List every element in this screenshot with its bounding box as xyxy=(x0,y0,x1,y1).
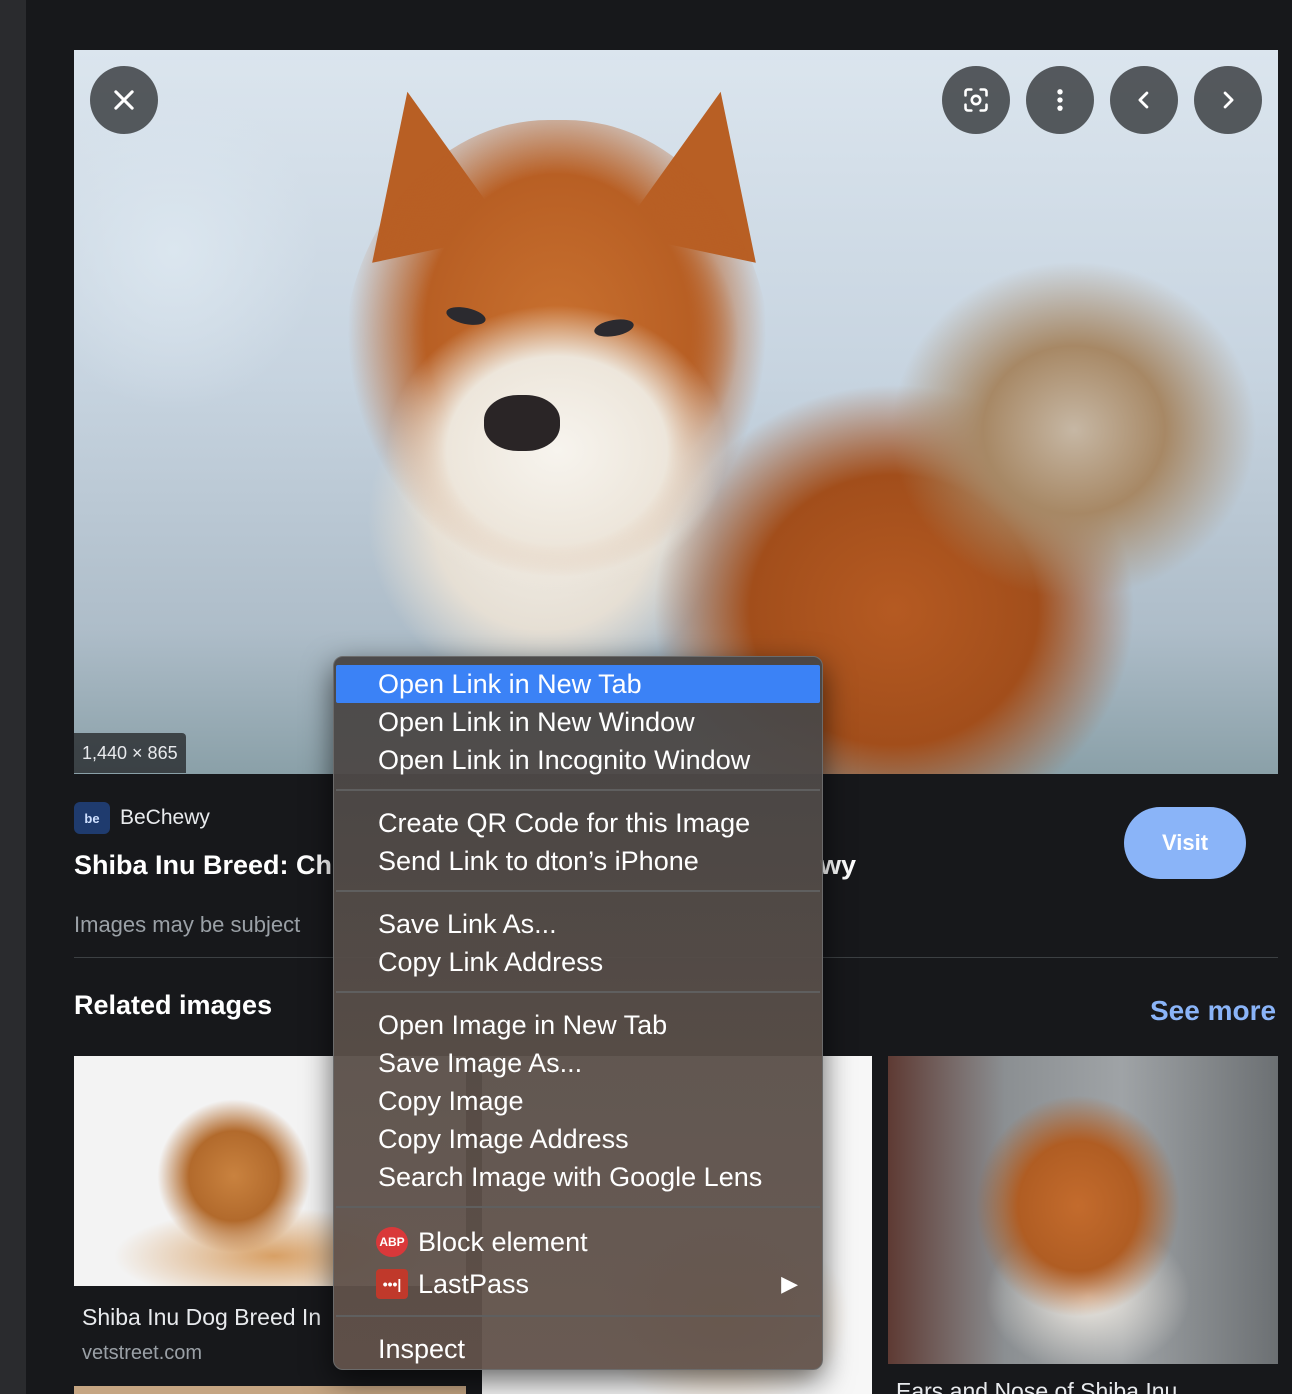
menu-open-link-new-window[interactable]: Open Link in New Window xyxy=(336,703,820,741)
dog-nose xyxy=(484,395,560,451)
menu-open-link-new-tab[interactable]: Open Link in New Tab xyxy=(336,665,820,703)
copyright-note: Images may be subject xyxy=(74,912,301,937)
result-title-tail[interactable]: wy xyxy=(820,850,856,881)
close-button[interactable] xyxy=(90,66,158,134)
see-more-link[interactable]: See more xyxy=(1150,995,1276,1027)
chevron-left-icon xyxy=(1138,91,1149,109)
menu-save-link-as[interactable]: Save Link As... xyxy=(336,905,820,943)
menu-separator xyxy=(336,991,820,993)
lens-button[interactable] xyxy=(942,66,1010,134)
related-images-heading: Related images xyxy=(74,990,273,1020)
menu-separator xyxy=(336,890,820,892)
dog-head xyxy=(342,120,772,640)
more-options-button[interactable] xyxy=(1026,66,1094,134)
context-menu: Open Link in New Tab Open Link in New Wi… xyxy=(333,656,823,1370)
menu-inspect[interactable]: Inspect xyxy=(336,1330,820,1368)
menu-lastpass[interactable]: •••| LastPass ▶ xyxy=(336,1263,820,1305)
related-thumbnail-4[interactable] xyxy=(74,1386,466,1394)
related-caption-1[interactable]: Shiba Inu Dog Breed In xyxy=(82,1304,321,1331)
source-logo-icon: be xyxy=(74,802,110,834)
lens-icon xyxy=(964,88,988,112)
menu-search-google-lens[interactable]: Search Image with Google Lens xyxy=(336,1158,820,1196)
image-dimensions-badge: 1,440 × 865 xyxy=(74,733,186,773)
submenu-arrow-icon: ▶ xyxy=(781,1271,798,1296)
menu-lastpass-label: LastPass xyxy=(418,1269,530,1299)
source-name[interactable]: BeChewy xyxy=(120,806,210,830)
menu-block-element[interactable]: ABP Block element xyxy=(336,1221,820,1263)
next-image-button[interactable] xyxy=(1194,66,1262,134)
more-vert-icon xyxy=(1057,89,1063,111)
related-domain-1: vetstreet.com xyxy=(82,1342,203,1364)
menu-separator xyxy=(336,1206,820,1208)
menu-open-image-new-tab[interactable]: Open Image in New Tab xyxy=(336,1006,820,1044)
chevron-right-icon xyxy=(1223,91,1234,109)
menu-copy-image[interactable]: Copy Image xyxy=(336,1082,820,1120)
menu-save-image-as[interactable]: Save Image As... xyxy=(336,1044,820,1082)
menu-create-qr-code[interactable]: Create QR Code for this Image xyxy=(336,804,820,842)
page-left-strip xyxy=(0,0,26,1394)
previous-image-button[interactable] xyxy=(1110,66,1178,134)
menu-block-element-label: Block element xyxy=(418,1227,588,1257)
related-caption-3[interactable]: Ears and Nose of Shiba Inu xyxy=(896,1378,1177,1394)
menu-separator xyxy=(336,1315,820,1317)
close-icon xyxy=(114,90,134,110)
menu-separator xyxy=(336,789,820,791)
menu-copy-link-address[interactable]: Copy Link Address xyxy=(336,943,820,981)
visit-button[interactable]: Visit xyxy=(1124,807,1246,879)
source-logo-text: be xyxy=(84,810,100,826)
lastpass-icon: •••| xyxy=(376,1269,408,1299)
adblock-icon: ABP xyxy=(376,1227,408,1257)
result-title[interactable]: Shiba Inu Breed: Ch xyxy=(74,850,332,881)
menu-open-link-incognito[interactable]: Open Link in Incognito Window xyxy=(336,741,820,779)
menu-send-link-to-device[interactable]: Send Link to dton’s iPhone xyxy=(336,842,820,880)
menu-copy-image-address[interactable]: Copy Image Address xyxy=(336,1120,820,1158)
related-thumbnail-3[interactable] xyxy=(888,1056,1278,1364)
